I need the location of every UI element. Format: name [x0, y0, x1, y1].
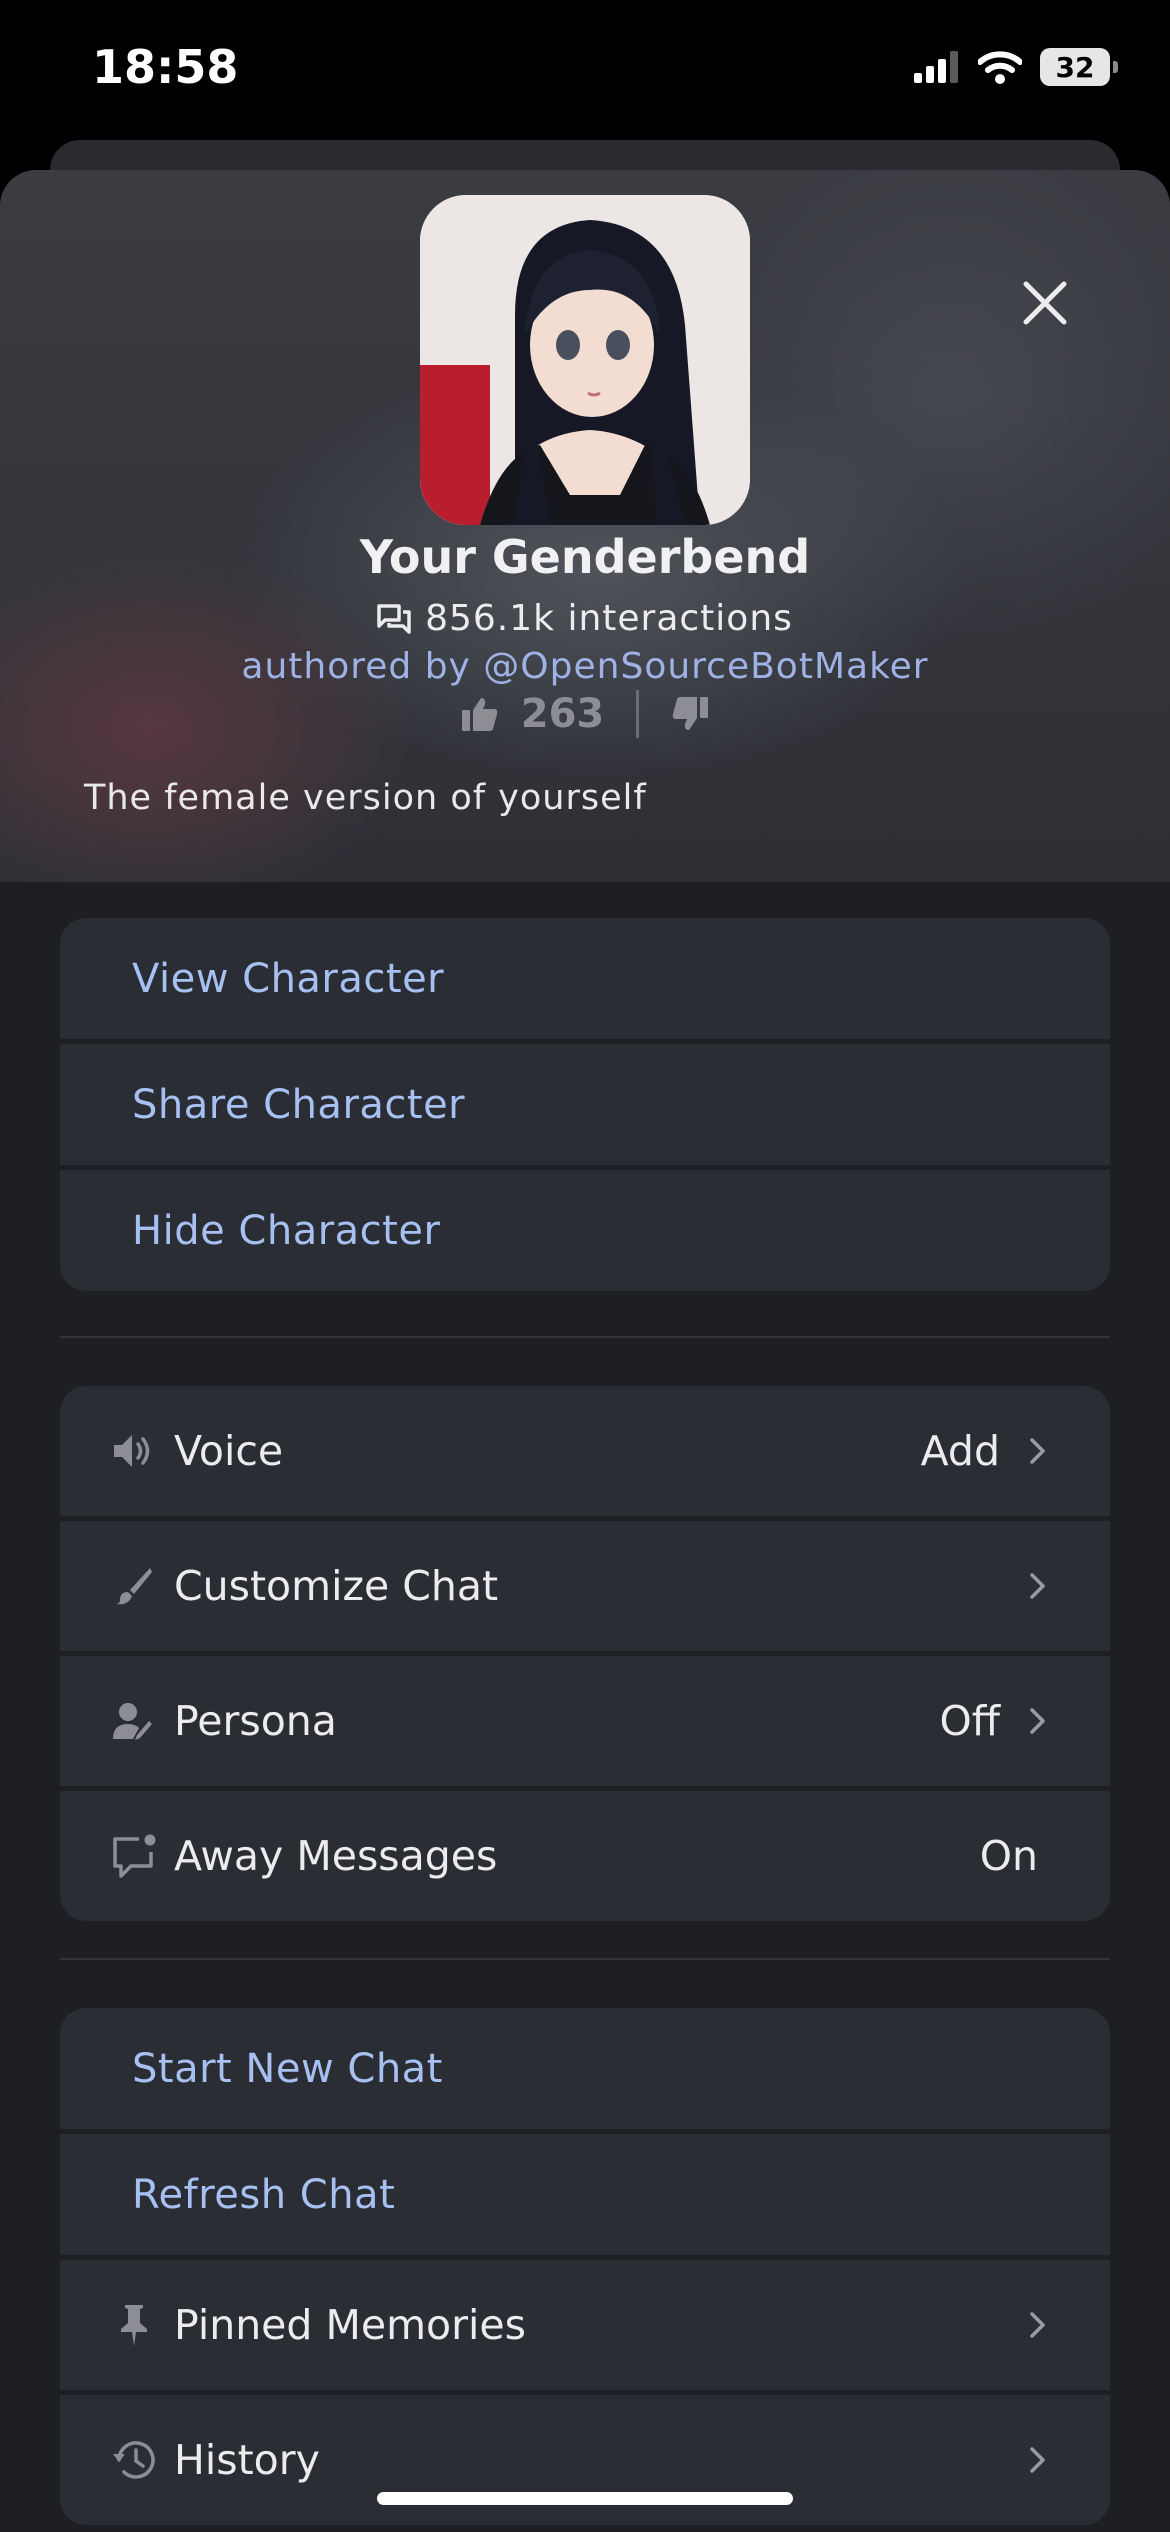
history-label: History — [174, 2436, 320, 2484]
status-time: 18:58 — [92, 40, 239, 94]
persona-setting-row[interactable]: Persona Off — [60, 1656, 1110, 1786]
vote-divider — [636, 690, 640, 738]
thumbs-up-icon[interactable] — [461, 696, 499, 732]
chevron-right-icon — [1030, 1438, 1045, 1464]
chevron-right-icon — [1030, 2447, 1045, 2473]
refresh-chat-label: Refresh Chat — [132, 2171, 396, 2218]
chevron-right-icon — [1030, 1573, 1045, 1599]
battery-indicator: 32 — [1040, 48, 1118, 86]
pin-icon — [110, 2301, 158, 2349]
view-character-button[interactable]: View Character — [60, 918, 1110, 1039]
away-messages-label: Away Messages — [174, 1832, 498, 1880]
voice-setting-row[interactable]: Voice Add — [60, 1386, 1110, 1516]
history-icon — [110, 2436, 158, 2484]
persona-label: Persona — [174, 1697, 337, 1745]
message-notification-icon — [110, 1832, 158, 1880]
character-description: The female version of yourself — [84, 778, 647, 818]
hide-character-label: Hide Character — [132, 1207, 441, 1254]
character-options-sheet: Your Genderbend 856.1k interactions auth… — [0, 170, 1170, 2532]
customize-chat-row[interactable]: Customize Chat — [60, 1521, 1110, 1651]
speaker-icon — [110, 1427, 158, 1475]
like-count: 263 — [520, 691, 605, 737]
chat-settings-group: Voice Add Customize Chat Persona Off Awa… — [60, 1386, 1110, 1921]
chevron-right-icon — [1030, 2312, 1045, 2338]
interactions-label: 856.1k interactions — [425, 598, 793, 639]
away-messages-value[interactable]: On — [980, 1832, 1038, 1880]
cellular-signal-icon — [914, 51, 958, 83]
thumbs-down-icon[interactable] — [671, 696, 709, 732]
character-actions-group: View Character Share Character Hide Char… — [60, 918, 1110, 1291]
persona-icon — [110, 1697, 158, 1745]
character-header: Your Genderbend 856.1k interactions auth… — [0, 170, 1170, 882]
hide-character-button[interactable]: Hide Character — [60, 1170, 1110, 1291]
chat-bubbles-icon — [377, 603, 411, 634]
pinned-memories-label: Pinned Memories — [174, 2301, 526, 2349]
history-row[interactable]: History — [60, 2395, 1110, 2525]
status-bar: 18:58 32 — [0, 0, 1170, 150]
chat-actions-group: Start New Chat Refresh Chat Pinned Memor… — [60, 2008, 1110, 2525]
battery-level: 32 — [1055, 50, 1095, 84]
vote-bar: 263 — [0, 690, 1170, 738]
voice-label: Voice — [174, 1427, 284, 1475]
close-icon — [1023, 281, 1067, 325]
customize-chat-label: Customize Chat — [174, 1562, 499, 1610]
section-divider — [60, 1336, 1110, 1338]
interactions-count: 856.1k interactions — [0, 598, 1170, 639]
status-icons: 32 — [914, 48, 1118, 86]
voice-value: Add — [920, 1427, 1000, 1475]
chevron-right-icon — [1030, 1708, 1045, 1734]
author-link[interactable]: authored by @OpenSourceBotMaker — [0, 646, 1170, 687]
section-divider — [60, 1958, 1110, 1960]
view-character-label: View Character — [132, 955, 445, 1002]
character-avatar — [420, 195, 750, 525]
refresh-chat-button[interactable]: Refresh Chat — [60, 2134, 1110, 2255]
share-character-button[interactable]: Share Character — [60, 1044, 1110, 1165]
close-button[interactable] — [1010, 268, 1080, 338]
character-name: Your Genderbend — [359, 530, 811, 584]
share-character-label: Share Character — [132, 1081, 466, 1128]
start-new-chat-button[interactable]: Start New Chat — [60, 2008, 1110, 2129]
start-new-chat-label: Start New Chat — [132, 2045, 443, 2092]
persona-value: Off — [939, 1697, 1000, 1745]
away-messages-row[interactable]: Away Messages On — [60, 1791, 1110, 1921]
brush-icon — [110, 1562, 158, 1610]
home-indicator[interactable] — [377, 2492, 793, 2505]
wifi-icon — [978, 51, 1022, 84]
pinned-memories-row[interactable]: Pinned Memories — [60, 2260, 1110, 2390]
